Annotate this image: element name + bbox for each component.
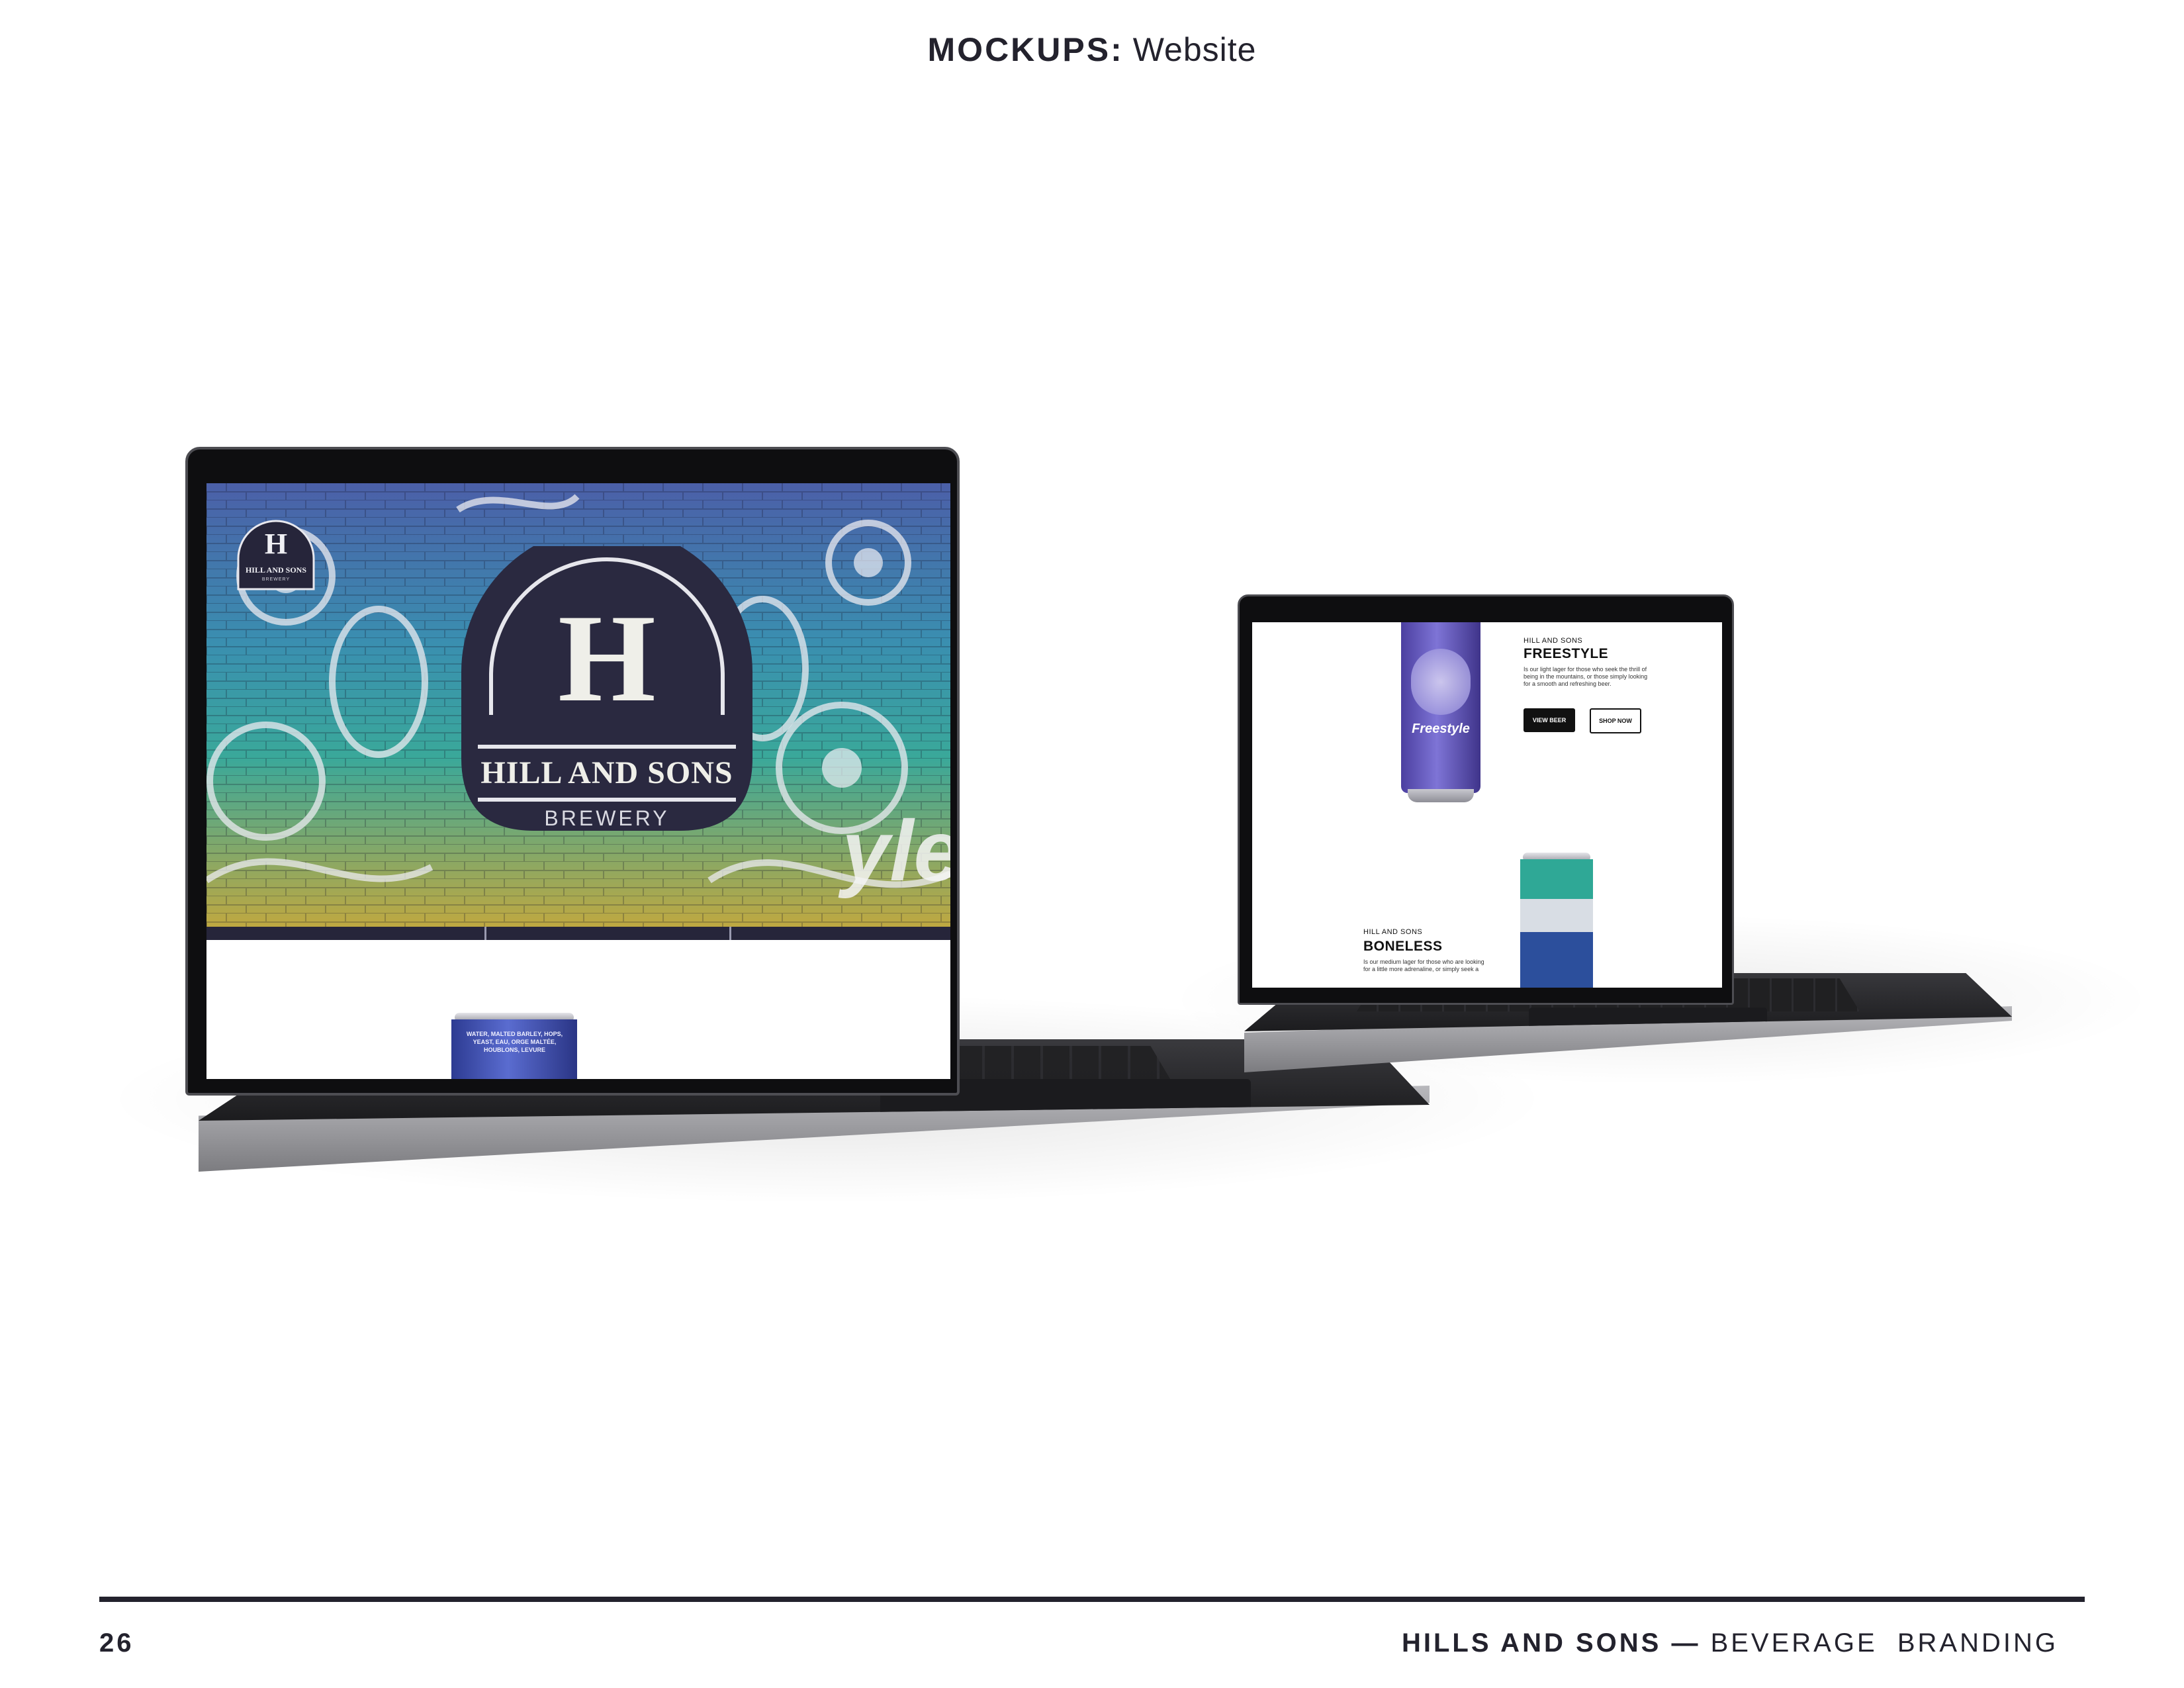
page-number: 26: [99, 1628, 134, 1658]
corner-logo-sub: BREWERY: [261, 577, 291, 582]
laptop-screen: H HILL AND SONS BREWERY H HILL AND SONS …: [206, 483, 950, 1079]
can-label: Freestyle: [1412, 722, 1470, 736]
hero-logo-name: HILL AND SONS: [480, 755, 733, 790]
mockup-scene: H HILL AND SONS BREWERY H HILL AND SONS …: [0, 0, 2184, 1688]
mural-lettering: yle: [842, 802, 950, 899]
beer1-eyebrow: HILL AND SONS: [1524, 637, 1583, 645]
beer2-eyebrow: HILL AND SONS: [1363, 928, 1423, 936]
corner-logo[interactable]: H HILL AND SONS BREWERY: [233, 518, 319, 590]
beer-can[interactable]: WATER, MALTED BARLEY, HOPS, YEAST, EAU, …: [451, 1013, 577, 1079]
can-art: [1411, 649, 1471, 715]
view-beer-button[interactable]: VIEW BEER: [1524, 708, 1575, 732]
corner-logo-letter: H: [264, 528, 288, 560]
footer-dash: —: [1671, 1628, 1701, 1658]
footer-title: HILLS AND SONS — BEVERAGE BRANDING: [1402, 1628, 2058, 1658]
nav-divider: [484, 927, 486, 940]
can-ingredients: WATER, MALTED BARLEY, HOPS, YEAST, EAU, …: [466, 1031, 563, 1053]
corner-logo-name: HILL AND SONS: [245, 565, 307, 575]
footer-brand: HILLS AND SONS: [1402, 1628, 1662, 1658]
can-body: [1520, 859, 1593, 988]
beer1-description: Is our light lager for those who seek th…: [1524, 666, 1648, 687]
freestyle-can[interactable]: Freestyle: [1401, 622, 1480, 802]
laptop-screen-small: Freestyle HILL AND SONS FREESTYLE Is our…: [1252, 622, 1722, 988]
shop-now-button[interactable]: SHOP NOW: [1590, 708, 1641, 733]
nav-strip: [206, 927, 950, 940]
boneless-can[interactable]: [1520, 853, 1593, 988]
hero-logo-letter: H: [558, 589, 656, 728]
hero-banner: H HILL AND SONS BREWERY H HILL AND SONS …: [206, 483, 950, 940]
nav-divider: [729, 927, 731, 940]
beer1-name: FREESTYLE: [1524, 646, 1609, 661]
beer2-name: BONELESS: [1363, 939, 1443, 954]
beer2-description: Is our medium lager for those who are lo…: [1363, 959, 1484, 972]
can-bottom: [1408, 789, 1474, 802]
hero-logo-sub: BREWERY: [544, 806, 670, 830]
hero-logo: H HILL AND SONS BREWERY: [451, 546, 762, 837]
footer-section: BEVERAGE BRANDING: [1710, 1628, 2058, 1658]
footer-rule: [99, 1597, 2085, 1602]
